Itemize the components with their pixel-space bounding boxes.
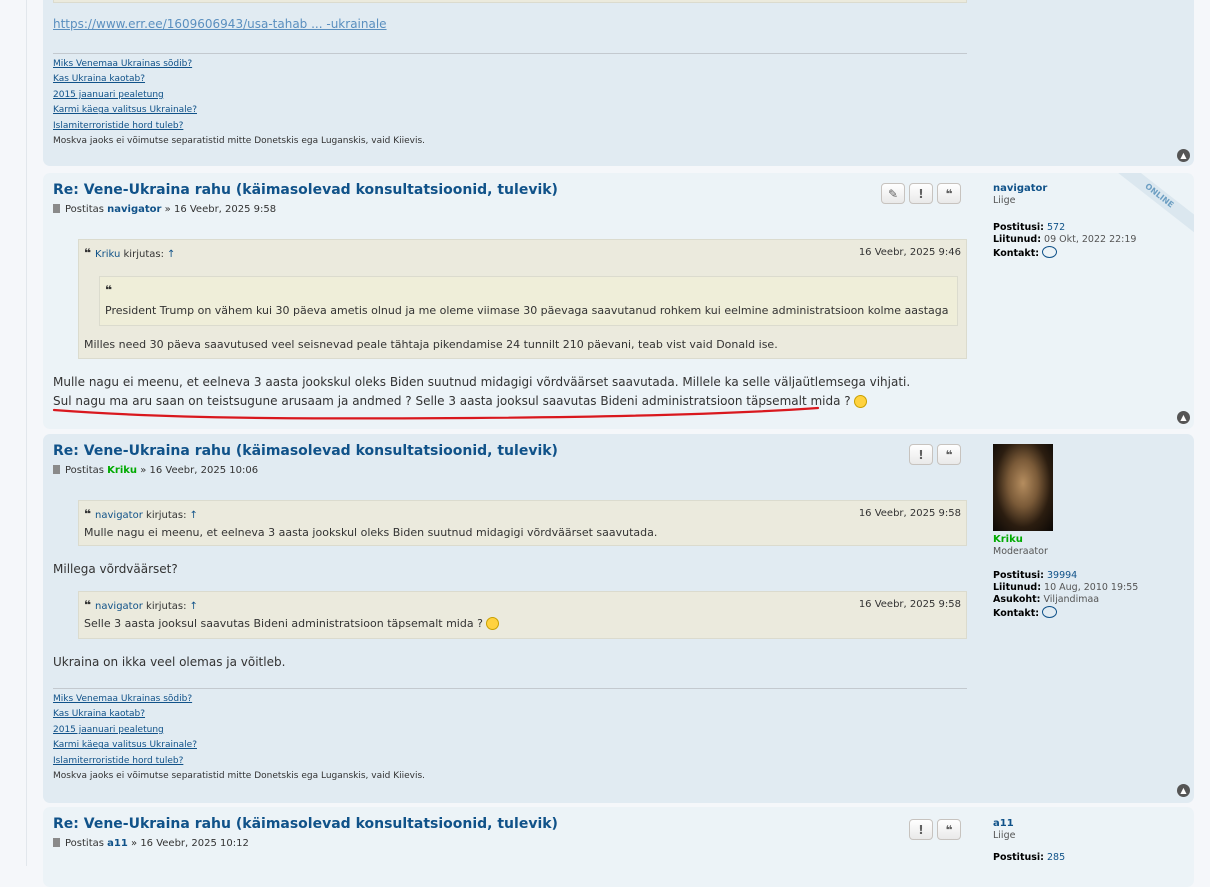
signature-link[interactable]: Karmi käega valitsus Ukrainale? (53, 738, 425, 753)
signature-link[interactable]: 2015 jaanuari pealetung (53, 723, 425, 738)
quote-mark-icon: ❝ (84, 507, 92, 521)
profile-joined: 10 Aug, 2010 19:55 (1044, 582, 1139, 593)
smiley-icon (486, 617, 500, 630)
profile-rank: Liige (993, 195, 1016, 206)
post-text: Ukraina on ikka veel olemas ja võitleb. (53, 655, 286, 669)
profile-posts-count[interactable]: 39994 (1047, 570, 1077, 581)
signature-separator (53, 688, 967, 689)
quote-date: 16 Veebr, 2025 9:46 (858, 247, 961, 258)
signature: Miks Venemaa Ukrainas sõdib? Kas Ukraina… (53, 57, 425, 149)
arrow-up-icon[interactable]: ↑ (189, 510, 197, 521)
signature-link[interactable]: Miks Venemaa Ukrainas sõdib? (53, 692, 425, 707)
profile-location: Viljandimaa (1043, 594, 1100, 605)
post-a11: Re: Vene-Ukraina rahu (käimasolevad kons… (43, 807, 1194, 887)
signature-link[interactable]: 2015 jaanuari pealetung (53, 88, 425, 103)
signature-link[interactable]: Kas Ukraina kaotab? (53, 72, 425, 87)
document-icon (53, 465, 60, 474)
post-title[interactable]: Re: Vene-Ukraina rahu (käimasolevad kons… (53, 816, 558, 832)
nested-quote-text: President Trump on vähem kui 30 päeva am… (105, 304, 949, 317)
quote-block: ❝ navigator kirjutas: ↑ 16 Veebr, 2025 9:5… (78, 591, 967, 639)
profile-joined: 09 Okt, 2022 22:19 (1044, 234, 1137, 245)
signature: Miks Venemaa Ukrainas sõdib? Kas Ukraina… (53, 692, 425, 784)
signature-link[interactable]: Karmi käega valitsus Ukrainale? (53, 103, 425, 118)
profile-navigator: navigator Liige Postitusi: 572 Liitunud:… (993, 183, 1193, 260)
signature-link[interactable]: Islamiterroristide hord tuleb? (53, 119, 425, 134)
profile-username[interactable]: navigator (993, 183, 1193, 195)
post-date: » 16 Veebr, 2025 9:58 (164, 204, 277, 215)
chat-bubble-icon[interactable] (1042, 246, 1058, 258)
post-text: Mulle nagu ei meenu, et eelneva 3 aasta … (53, 375, 911, 389)
quote-author-link[interactable]: navigator (95, 601, 143, 612)
quote-text: Selle 3 aasta jooksul saavutas Bideni ad… (84, 617, 500, 630)
arrow-up-icon[interactable]: ▲ (1177, 149, 1190, 162)
post-kriku: Re: Vene-Ukraina rahu (käimasolevad kons… (43, 434, 1194, 803)
left-gutter (0, 0, 27, 866)
quote-header: ❝ navigator kirjutas: ↑ (84, 598, 198, 612)
quote-date: 16 Veebr, 2025 9:58 (858, 508, 961, 519)
profile-a11: a11 Liige Postitusi: 285 (993, 818, 1193, 864)
signature-note: Moskva jaoks ei võimutse separatistid mi… (53, 136, 426, 147)
signature-separator (53, 53, 967, 54)
quote-block: ❝ Kriku kirjutas: ↑ 16 Veebr, 2025 9:46 ❝ … (78, 239, 967, 359)
arrow-up-icon[interactable]: ↑ (167, 249, 175, 260)
external-link[interactable]: https://www.err.ee/1609606943/usa-tahab … (53, 17, 387, 31)
quote-icon[interactable]: ❝ (937, 444, 961, 465)
post-date: » 16 Veebr, 2025 10:06 (140, 465, 259, 476)
post-title[interactable]: Re: Vene-Ukraina rahu (käimasolevad kons… (53, 443, 558, 459)
chat-bubble-icon[interactable] (1042, 606, 1058, 618)
pencil-icon[interactable]: ✎ (881, 183, 905, 204)
profile-posts-count[interactable]: 572 (1047, 222, 1065, 233)
document-icon (53, 838, 60, 847)
post-date: » 16 Veebr, 2025 10:12 (131, 838, 249, 849)
post-buttons: ✎ ! ❝ (881, 183, 961, 204)
quote-mark-icon: ❝ (84, 246, 92, 260)
avatar[interactable] (993, 444, 1053, 531)
post-navigator: ONLINE Re: Vene-Ukraina rahu (käimasolev… (43, 173, 1194, 429)
post-buttons: ! ❝ (909, 819, 961, 840)
profile-rank: Moderaator (993, 546, 1048, 557)
quote-text: Mulle nagu ei meenu, et eelneva 3 aasta … (84, 526, 658, 539)
quote-author-link[interactable]: Kriku (95, 249, 120, 260)
quote-remnant (53, 0, 967, 3)
annotation-underline (52, 406, 820, 420)
profile-rank: Liige (993, 830, 1016, 841)
nested-quote: ❝ President Trump on vähem kui 30 päeva … (99, 276, 958, 326)
post-author-line: Postitas a11 » 16 Veebr, 2025 10:12 (53, 838, 249, 849)
author-link[interactable]: a11 (107, 838, 128, 849)
smiley-icon (854, 395, 868, 408)
post-text: Millega võrdväärset? (53, 562, 178, 576)
document-icon (53, 204, 60, 213)
profile-username[interactable]: a11 (993, 818, 1193, 830)
quote-block: ❝ navigator kirjutas: ↑ 16 Veebr, 2025 9:5… (78, 500, 967, 546)
signature-link[interactable]: Kas Ukraina kaotab? (53, 707, 425, 722)
quote-text: Milles need 30 päeva saavutused veel sei… (84, 338, 778, 351)
arrow-up-icon[interactable]: ▲ (1177, 784, 1190, 797)
post-buttons: ! ❝ (909, 444, 961, 465)
arrow-up-icon[interactable]: ↑ (189, 601, 197, 612)
quote-icon[interactable]: ❝ (937, 819, 961, 840)
post-author-line: Postitas Kriku » 16 Veebr, 2025 10:06 (53, 465, 258, 476)
arrow-up-icon[interactable]: ▲ (1177, 411, 1190, 424)
exclamation-icon[interactable]: ! (909, 183, 933, 204)
post-previous: https://www.err.ee/1609606943/usa-tahab … (43, 0, 1194, 166)
quote-header: ❝ navigator kirjutas: ↑ (84, 507, 198, 521)
post-title[interactable]: Re: Vene-Ukraina rahu (käimasolevad kons… (53, 182, 558, 198)
exclamation-icon[interactable]: ! (909, 444, 933, 465)
post-author-line: Postitas navigator » 16 Veebr, 2025 9:58 (53, 204, 276, 215)
quote-mark-icon: ❝ (84, 598, 92, 612)
signature-link[interactable]: Miks Venemaa Ukrainas sõdib? (53, 57, 425, 72)
profile-posts-count[interactable]: 285 (1047, 852, 1065, 863)
profile-kriku: Kriku Moderaator Postitusi: 39994 Liitun… (993, 534, 1193, 620)
quote-date: 16 Veebr, 2025 9:58 (858, 599, 961, 610)
signature-link[interactable]: Islamiterroristide hord tuleb? (53, 754, 425, 769)
quote-mark-icon: ❝ (105, 283, 113, 297)
signature-note: Moskva jaoks ei võimutse separatistid mi… (53, 771, 426, 782)
quote-author-link[interactable]: navigator (95, 510, 143, 521)
quote-header: ❝ Kriku kirjutas: ↑ (84, 246, 176, 260)
exclamation-icon[interactable]: ! (909, 819, 933, 840)
author-link[interactable]: navigator (107, 204, 161, 215)
quote-icon[interactable]: ❝ (937, 183, 961, 204)
author-link[interactable]: Kriku (107, 465, 137, 476)
profile-username[interactable]: Kriku (993, 534, 1193, 546)
